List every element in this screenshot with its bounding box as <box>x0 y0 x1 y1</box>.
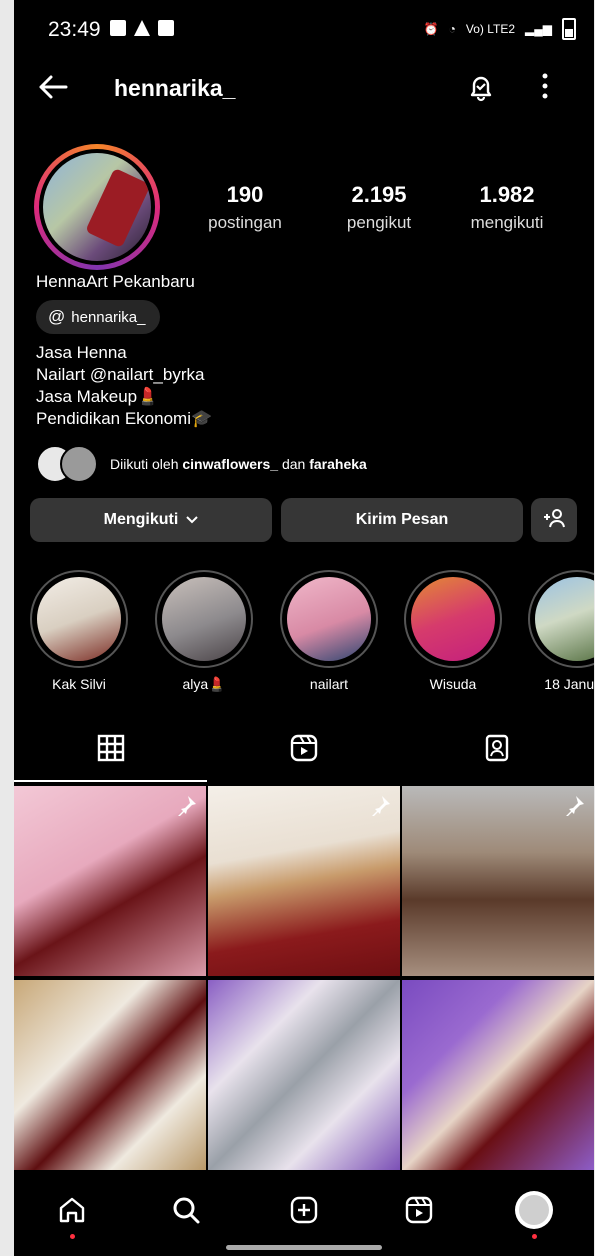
post-thumbnail[interactable] <box>402 786 594 976</box>
bio-line: Jasa Makeup💄 <box>36 387 159 406</box>
highlight-label: 18 Januari <box>544 676 594 692</box>
system-icons: ⏰ ◔ Vo) LTE2 ▂▄▆ <box>424 18 576 40</box>
highlight-label: alya💄 <box>182 676 226 692</box>
avatar-photo <box>43 153 151 261</box>
stat-value: 2.195 <box>351 182 407 207</box>
search-icon[interactable] <box>166 1190 206 1230</box>
back-arrow-icon[interactable] <box>36 70 70 111</box>
message-button[interactable]: Kirim Pesan <box>281 498 523 542</box>
profile-header: hennarika_ <box>14 60 594 120</box>
tab-posts[interactable] <box>14 720 207 782</box>
display-name: HennaArt Pekanbaru <box>36 272 195 291</box>
notification-dot <box>532 1234 537 1239</box>
more-options-icon[interactable] <box>540 72 550 105</box>
highlight-cover <box>411 577 495 661</box>
highlight-item[interactable]: nailart <box>280 570 378 692</box>
network-label: Vo) LTE2 <box>465 22 516 36</box>
status-bar: 23:49 ⏰ ◔ Vo) LTE2 ▂▄▆ <box>14 0 594 60</box>
reels-icon <box>289 733 319 768</box>
highlight-cover <box>37 577 121 661</box>
chevron-down-icon <box>186 511 199 529</box>
stat-following[interactable]: 1.982 mengikuti <box>442 182 572 233</box>
warning-icon <box>134 20 150 36</box>
profile-username: hennarika_ <box>114 75 236 101</box>
pin-icon <box>176 794 198 817</box>
pin-icon <box>370 794 392 817</box>
highlight-item[interactable]: Wisuda <box>404 570 502 692</box>
grid-icon <box>96 733 126 768</box>
bio: Jasa Henna Nailart @nailart_byrka Jasa M… <box>36 342 212 430</box>
following-button[interactable]: Mengikuti <box>30 498 272 542</box>
threads-badge[interactable]: @ hennarika_ <box>36 300 160 334</box>
post-thumbnail[interactable] <box>208 980 400 1170</box>
threads-icon: @ <box>48 307 66 326</box>
post-thumbnail[interactable] <box>14 786 206 976</box>
stat-label: postingan <box>208 213 282 232</box>
tagged-icon <box>482 733 512 768</box>
highlight-item[interactable]: 18 Januari <box>528 570 594 692</box>
highlight-item[interactable]: Kak Silvi <box>30 570 128 692</box>
home-indicator <box>226 1245 382 1250</box>
battery-icon <box>562 18 576 40</box>
add-person-icon <box>542 507 566 534</box>
stat-posts[interactable]: 190 postingan <box>180 182 310 233</box>
profile-avatar[interactable] <box>34 144 160 270</box>
highlight-label: nailart <box>309 676 349 692</box>
home-icon[interactable] <box>52 1190 92 1230</box>
reels-nav-icon[interactable] <box>399 1190 439 1230</box>
highlight-label: Wisuda <box>429 676 477 692</box>
highlight-cover <box>535 577 594 661</box>
create-post-icon[interactable] <box>284 1190 324 1230</box>
folder-icon <box>158 20 174 36</box>
stat-label: pengikut <box>346 213 412 232</box>
tab-tagged[interactable] <box>400 720 593 780</box>
stat-value: 1.982 <box>479 182 535 207</box>
highlight-label: Kak Silvi <box>52 676 106 692</box>
follower-avatar <box>60 445 98 483</box>
content-tabs <box>14 720 594 782</box>
alarm-icon: ⏰ <box>423 22 439 36</box>
followed-by[interactable]: Diikuti oleh cinwaflowers_ dan faraheka <box>36 445 367 483</box>
bio-line[interactable]: Nailart @nailart_byrka <box>36 364 212 386</box>
post-thumbnail[interactable] <box>14 980 206 1170</box>
stat-value: 190 <box>226 182 264 207</box>
notification-bell-icon[interactable] <box>466 72 496 102</box>
status-time: 23:49 <box>48 18 101 41</box>
message-label: Kirim Pesan <box>355 511 449 528</box>
notification-icons <box>110 20 174 36</box>
post-thumbnail[interactable] <box>208 786 400 976</box>
highlight-cover <box>287 577 371 661</box>
threads-handle: hennarika_ <box>71 308 146 326</box>
stat-label: mengikuti <box>470 213 544 232</box>
stat-followers[interactable]: 2.195 pengikut <box>314 182 444 233</box>
following-label: Mengikuti <box>103 511 179 528</box>
post-thumbnail[interactable] <box>402 980 594 1170</box>
bottom-navigation <box>14 1176 594 1256</box>
notification-dot <box>70 1234 75 1239</box>
signal-icon: ▂▄▆ <box>525 22 552 36</box>
highlight-item[interactable]: alya💄 <box>155 570 253 693</box>
bio-line: Jasa Henna <box>36 343 127 362</box>
gallery-icon <box>110 20 126 36</box>
bio-line: Pendidikan Ekonomi🎓 <box>36 409 213 428</box>
profile-nav-avatar[interactable] <box>514 1190 554 1230</box>
profile-screen: 23:49 ⏰ ◔ Vo) LTE2 ▂▄▆ hennarika_ 190 po… <box>14 0 594 1256</box>
pin-icon <box>564 794 586 817</box>
tab-reels[interactable] <box>207 720 400 780</box>
wifi-icon: ◔ <box>448 22 456 36</box>
add-person-button[interactable] <box>531 498 577 542</box>
highlight-cover <box>162 577 246 661</box>
followed-by-text: Diikuti oleh cinwaflowers_ dan faraheka <box>110 456 367 472</box>
